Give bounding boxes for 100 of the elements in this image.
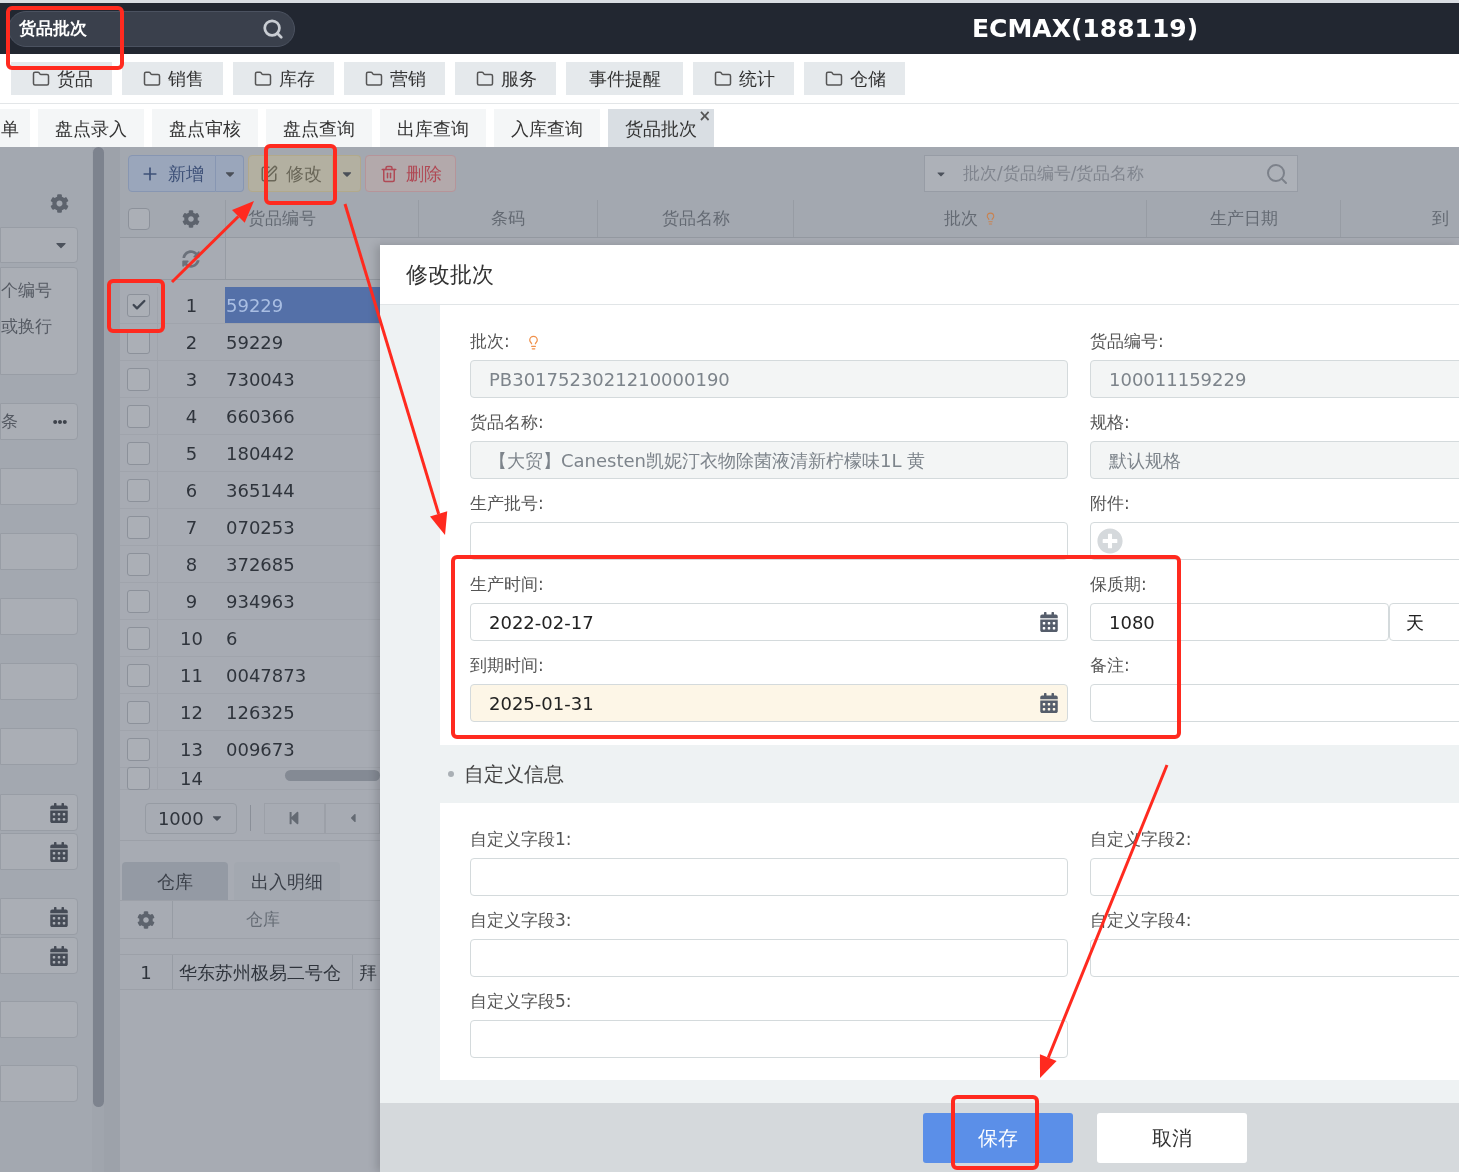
table-cell[interactable]: 59229 [225, 324, 380, 360]
unit-select[interactable]: 天 [1389, 603, 1459, 641]
tab[interactable]: 入库查询 [494, 109, 600, 147]
settings-icon[interactable] [182, 209, 200, 228]
table-cell[interactable]: 6 [225, 620, 380, 656]
table-cell[interactable]: 009673 [225, 731, 380, 767]
refresh-icon[interactable] [182, 249, 200, 268]
settings-icon[interactable] [50, 194, 69, 213]
table-cell[interactable]: 180442 [225, 435, 380, 471]
add-icon[interactable] [1097, 528, 1123, 554]
menu-button[interactable]: 销售 [122, 62, 223, 95]
search-field[interactable]: 货品批次 [8, 10, 295, 47]
menu-button[interactable]: 服务 [455, 62, 556, 95]
row-number: 13 [180, 737, 203, 762]
calendar-icon[interactable] [49, 802, 69, 823]
calendar-icon[interactable] [49, 841, 69, 862]
tab[interactable]: 货品批次× [608, 109, 714, 147]
checkbox[interactable] [127, 552, 150, 576]
placeholder-text: 或换行 [1, 315, 53, 338]
calendar-icon[interactable] [1039, 612, 1059, 632]
menu-button[interactable]: 事件提醒 [566, 62, 683, 95]
dropdown-button[interactable] [216, 155, 244, 192]
cancel-button[interactable]: 取消 [1097, 1113, 1247, 1163]
menu-button[interactable]: 营销 [344, 62, 445, 95]
select-field[interactable] [0, 227, 78, 263]
row-number: 8 [185, 552, 198, 577]
placeholder-text: 个编号 [1, 279, 53, 302]
checkbox[interactable] [127, 626, 150, 650]
search-icon[interactable] [262, 17, 284, 40]
highlight-frame [107, 279, 165, 333]
folder-icon [474, 69, 495, 88]
field-label: 生产时间: [470, 573, 544, 597]
scrollbar[interactable] [285, 770, 380, 781]
checkbox[interactable] [127, 737, 150, 761]
table-cell[interactable]: 365144 [225, 472, 380, 508]
tab[interactable]: 仓库 [122, 862, 228, 900]
tab[interactable]: 盘点查询 [266, 109, 372, 147]
checkbox[interactable] [127, 663, 150, 687]
first-page-button[interactable] [263, 802, 326, 834]
row-number: 12 [180, 700, 203, 725]
folder-icon [252, 69, 273, 88]
row-number: 4 [185, 404, 198, 429]
toolbar-button[interactable]: 新增 [128, 155, 216, 192]
date-field[interactable]: 2022-02-17 [470, 603, 1068, 641]
textarea-field[interactable]: 个编号 或换行 [0, 267, 78, 375]
table-cell[interactable]: 372685 [225, 546, 380, 582]
menu-button[interactable]: 统计 [693, 62, 794, 95]
date-field[interactable] [0, 937, 78, 974]
checkbox[interactable] [127, 589, 150, 613]
window-title: ECMAX(188119) [972, 12, 1199, 45]
folder-icon [363, 69, 384, 88]
readonly-field: 默认规格 [1090, 441, 1459, 479]
tab[interactable]: 出库查询 [380, 109, 486, 147]
attachment-field[interactable] [1090, 522, 1459, 560]
date-field[interactable] [0, 833, 78, 870]
table-cell[interactable]: 126325 [225, 694, 380, 730]
input-field[interactable]: 条 [0, 403, 78, 440]
row-number: 2 [185, 330, 198, 355]
checkbox[interactable] [127, 441, 150, 465]
row-number: 14 [180, 768, 203, 789]
checkbox[interactable] [127, 207, 150, 230]
tab[interactable]: 盘点审核 [152, 109, 258, 147]
readonly-field: 【大贸】Canesten凯妮汀衣物除菌液清新柠檬味1L 黄 [470, 441, 1068, 479]
row-number: 3 [185, 367, 198, 392]
table-cell[interactable]: 730043 [225, 361, 380, 397]
edit-icon [259, 164, 278, 183]
calendar-icon[interactable] [49, 945, 69, 966]
checkbox[interactable] [127, 404, 150, 428]
save-button[interactable]: 保存 [923, 1113, 1073, 1163]
page-size-select[interactable]: 1000 [145, 802, 237, 834]
table-cell[interactable]: 660366 [225, 398, 380, 434]
checkbox[interactable] [127, 293, 150, 317]
field-label: 货品名称: [470, 411, 544, 435]
date-field[interactable] [0, 794, 78, 831]
row-number: 5 [185, 441, 198, 466]
tab[interactable]: 盘点录入 [38, 109, 144, 147]
readonly-field: 100011159229 [1090, 360, 1459, 398]
table-cell[interactable]: 0047873 [225, 657, 380, 693]
menu-button[interactable]: 仓储 [804, 62, 905, 95]
section-title: 自定义信息 [464, 761, 564, 788]
checkbox[interactable] [127, 700, 150, 724]
menu-button[interactable]: 库存 [233, 62, 334, 95]
table-cell[interactable]: 070253 [225, 509, 380, 545]
settings-icon[interactable] [137, 910, 155, 929]
readonly-field: PB3017523021210000190 [470, 360, 1068, 398]
calendar-icon[interactable] [49, 906, 69, 927]
table-cell[interactable]: 934963 [225, 583, 380, 619]
input-field[interactable]: 1080 [1090, 603, 1389, 641]
checkbox[interactable] [127, 367, 150, 391]
previous-page-button[interactable] [325, 802, 380, 834]
calendar-icon[interactable] [1039, 693, 1059, 713]
date-field[interactable]: 2025-01-31 [470, 684, 1068, 722]
checkbox[interactable] [127, 767, 150, 790]
checkbox[interactable] [127, 515, 150, 539]
row-number: 9 [185, 589, 198, 614]
date-field[interactable] [0, 898, 78, 935]
tab[interactable]: 出入明细 [234, 862, 340, 900]
row-number: 11 [180, 663, 203, 688]
tab[interactable]: 单 [0, 109, 30, 147]
checkbox[interactable] [127, 478, 150, 502]
